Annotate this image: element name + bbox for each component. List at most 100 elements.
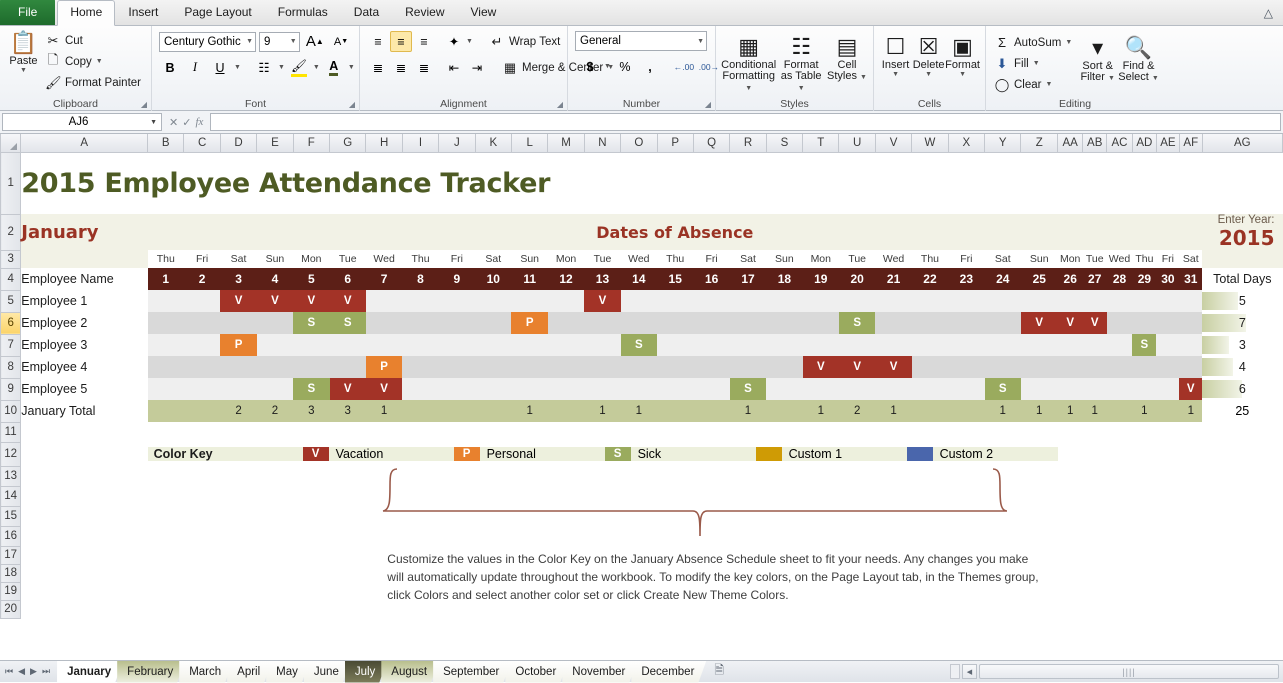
- absence-cell-empty[interactable]: [1058, 378, 1083, 400]
- absence-cell-empty[interactable]: [693, 378, 729, 400]
- format-painter-button[interactable]: 🖌 Format Painter: [42, 72, 146, 93]
- align-middle-button[interactable]: ≡: [390, 31, 412, 52]
- insert-cells-button[interactable]: ☐ Insert ▼: [879, 32, 912, 78]
- absence-cell-empty[interactable]: [148, 290, 184, 312]
- italic-button[interactable]: I: [184, 57, 206, 78]
- absence-cell-empty[interactable]: [402, 334, 438, 356]
- absence-cell-empty[interactable]: [184, 378, 220, 400]
- sheet-tab-june[interactable]: June: [304, 661, 351, 683]
- copy-dropdown-caret-icon[interactable]: ▼: [96, 58, 103, 65]
- absence-cell-empty[interactable]: [1156, 290, 1179, 312]
- row-header-11[interactable]: 11: [1, 422, 21, 442]
- absence-cell-empty[interactable]: [1021, 290, 1058, 312]
- absence-cell-empty[interactable]: [657, 312, 693, 334]
- last-sheet-icon[interactable]: ⏭: [42, 666, 50, 677]
- formula-input[interactable]: [210, 113, 1281, 131]
- absence-cell-empty[interactable]: [1156, 312, 1179, 334]
- sheet-tab-march[interactable]: March: [179, 661, 233, 683]
- absence-cell-empty[interactable]: [1156, 334, 1179, 356]
- format-as-table-button[interactable]: ☷ Format as Table ▼: [776, 32, 826, 94]
- absence-cell-S[interactable]: S: [293, 378, 329, 400]
- tab-data[interactable]: Data: [341, 0, 392, 25]
- sheet-tab-january[interactable]: January: [57, 661, 123, 683]
- absence-cell-empty[interactable]: [1156, 356, 1179, 378]
- sheet-tab-july[interactable]: July: [345, 661, 387, 683]
- absence-cell-empty[interactable]: [621, 356, 657, 378]
- color-key-swatch[interactable]: P: [454, 447, 480, 461]
- absence-cell-empty[interactable]: [148, 378, 184, 400]
- absence-cell-V[interactable]: V: [257, 290, 293, 312]
- absence-cell-empty[interactable]: [548, 356, 584, 378]
- row-header-14[interactable]: 14: [1, 486, 21, 506]
- underline-button[interactable]: U: [209, 57, 231, 78]
- name-box[interactable]: AJ6 ▼: [2, 113, 162, 131]
- paste-dropdown-caret-icon[interactable]: ▼: [20, 67, 27, 74]
- absence-cell-empty[interactable]: [402, 312, 438, 334]
- absence-cell-empty[interactable]: [803, 290, 839, 312]
- employee-name[interactable]: Employee 3: [21, 334, 148, 356]
- absence-cell-V[interactable]: V: [330, 290, 366, 312]
- conditional-formatting-button[interactable]: ▦ Conditional Formatting ▼: [721, 32, 776, 94]
- chevron-down-icon[interactable]: ▼: [287, 38, 297, 45]
- insert-caret-icon[interactable]: ▼: [892, 71, 899, 78]
- absence-cell-empty[interactable]: [584, 356, 620, 378]
- column-header-Y[interactable]: Y: [985, 134, 1021, 152]
- absence-cell-empty[interactable]: [548, 312, 584, 334]
- autosum-caret-icon[interactable]: ▼: [1065, 39, 1072, 46]
- absence-cell-P[interactable]: P: [511, 312, 547, 334]
- underline-caret-icon[interactable]: ▼: [234, 64, 241, 71]
- absence-cell-S[interactable]: S: [1132, 334, 1156, 356]
- absence-cell-empty[interactable]: [766, 312, 802, 334]
- absence-cell-empty[interactable]: [948, 378, 984, 400]
- absence-cell-V[interactable]: V: [220, 290, 256, 312]
- absence-cell-empty[interactable]: [475, 334, 511, 356]
- absence-cell-empty[interactable]: [803, 312, 839, 334]
- column-header-AF[interactable]: AF: [1179, 134, 1202, 152]
- absence-cell-empty[interactable]: [439, 378, 475, 400]
- absence-cell-empty[interactable]: [1179, 334, 1202, 356]
- absence-cell-V[interactable]: V: [1179, 378, 1202, 400]
- row-header-5[interactable]: 5: [1, 290, 21, 312]
- color-key-swatch[interactable]: S: [605, 447, 631, 461]
- increase-indent-button[interactable]: ⇥: [466, 57, 488, 78]
- absence-cell-empty[interactable]: [184, 334, 220, 356]
- employee-name[interactable]: Employee 2: [21, 312, 148, 334]
- scroll-thumb[interactable]: ||||: [979, 664, 1279, 679]
- column-header-H[interactable]: H: [366, 134, 402, 152]
- first-sheet-icon[interactable]: ⏮: [5, 666, 13, 677]
- absence-cell-empty[interactable]: [875, 378, 911, 400]
- absence-cell-empty[interactable]: [293, 356, 329, 378]
- column-header-L[interactable]: L: [511, 134, 547, 152]
- tab-view[interactable]: View: [458, 0, 510, 25]
- absence-cell-empty[interactable]: [621, 312, 657, 334]
- row-header-1[interactable]: 1: [1, 152, 21, 214]
- absence-cell-empty[interactable]: [875, 334, 911, 356]
- absence-cell-empty[interactable]: [985, 312, 1021, 334]
- column-header-AG[interactable]: AG: [1202, 134, 1282, 152]
- absence-cell-empty[interactable]: [948, 312, 984, 334]
- absence-cell-P[interactable]: P: [220, 334, 256, 356]
- absence-cell-empty[interactable]: [220, 356, 256, 378]
- row-header-19[interactable]: 19: [1, 582, 21, 600]
- cut-button[interactable]: ✂ Cut: [42, 30, 146, 51]
- tab-formulas[interactable]: Formulas: [265, 0, 341, 25]
- absence-cell-empty[interactable]: [1107, 356, 1133, 378]
- absence-cell-empty[interactable]: [985, 334, 1021, 356]
- next-sheet-icon[interactable]: ▶: [30, 666, 37, 677]
- absence-cell-empty[interactable]: [1132, 312, 1156, 334]
- absence-cell-empty[interactable]: [1083, 356, 1107, 378]
- clear-caret-icon[interactable]: ▼: [1045, 81, 1052, 88]
- absence-cell-empty[interactable]: [1156, 378, 1179, 400]
- font-color-caret-icon[interactable]: ▼: [348, 64, 355, 71]
- absence-cell-empty[interactable]: [148, 312, 184, 334]
- absence-cell-empty[interactable]: [257, 356, 293, 378]
- sheet-tab-february[interactable]: February: [117, 661, 185, 683]
- absence-cell-empty[interactable]: [621, 378, 657, 400]
- employee-name[interactable]: Employee 4: [21, 356, 148, 378]
- column-header-I[interactable]: I: [402, 134, 438, 152]
- absence-cell-S[interactable]: S: [330, 312, 366, 334]
- align-center-button[interactable]: ≣: [390, 57, 412, 78]
- absence-cell-empty[interactable]: [730, 290, 766, 312]
- absence-cell-empty[interactable]: [548, 378, 584, 400]
- row-header-16[interactable]: 16: [1, 526, 21, 546]
